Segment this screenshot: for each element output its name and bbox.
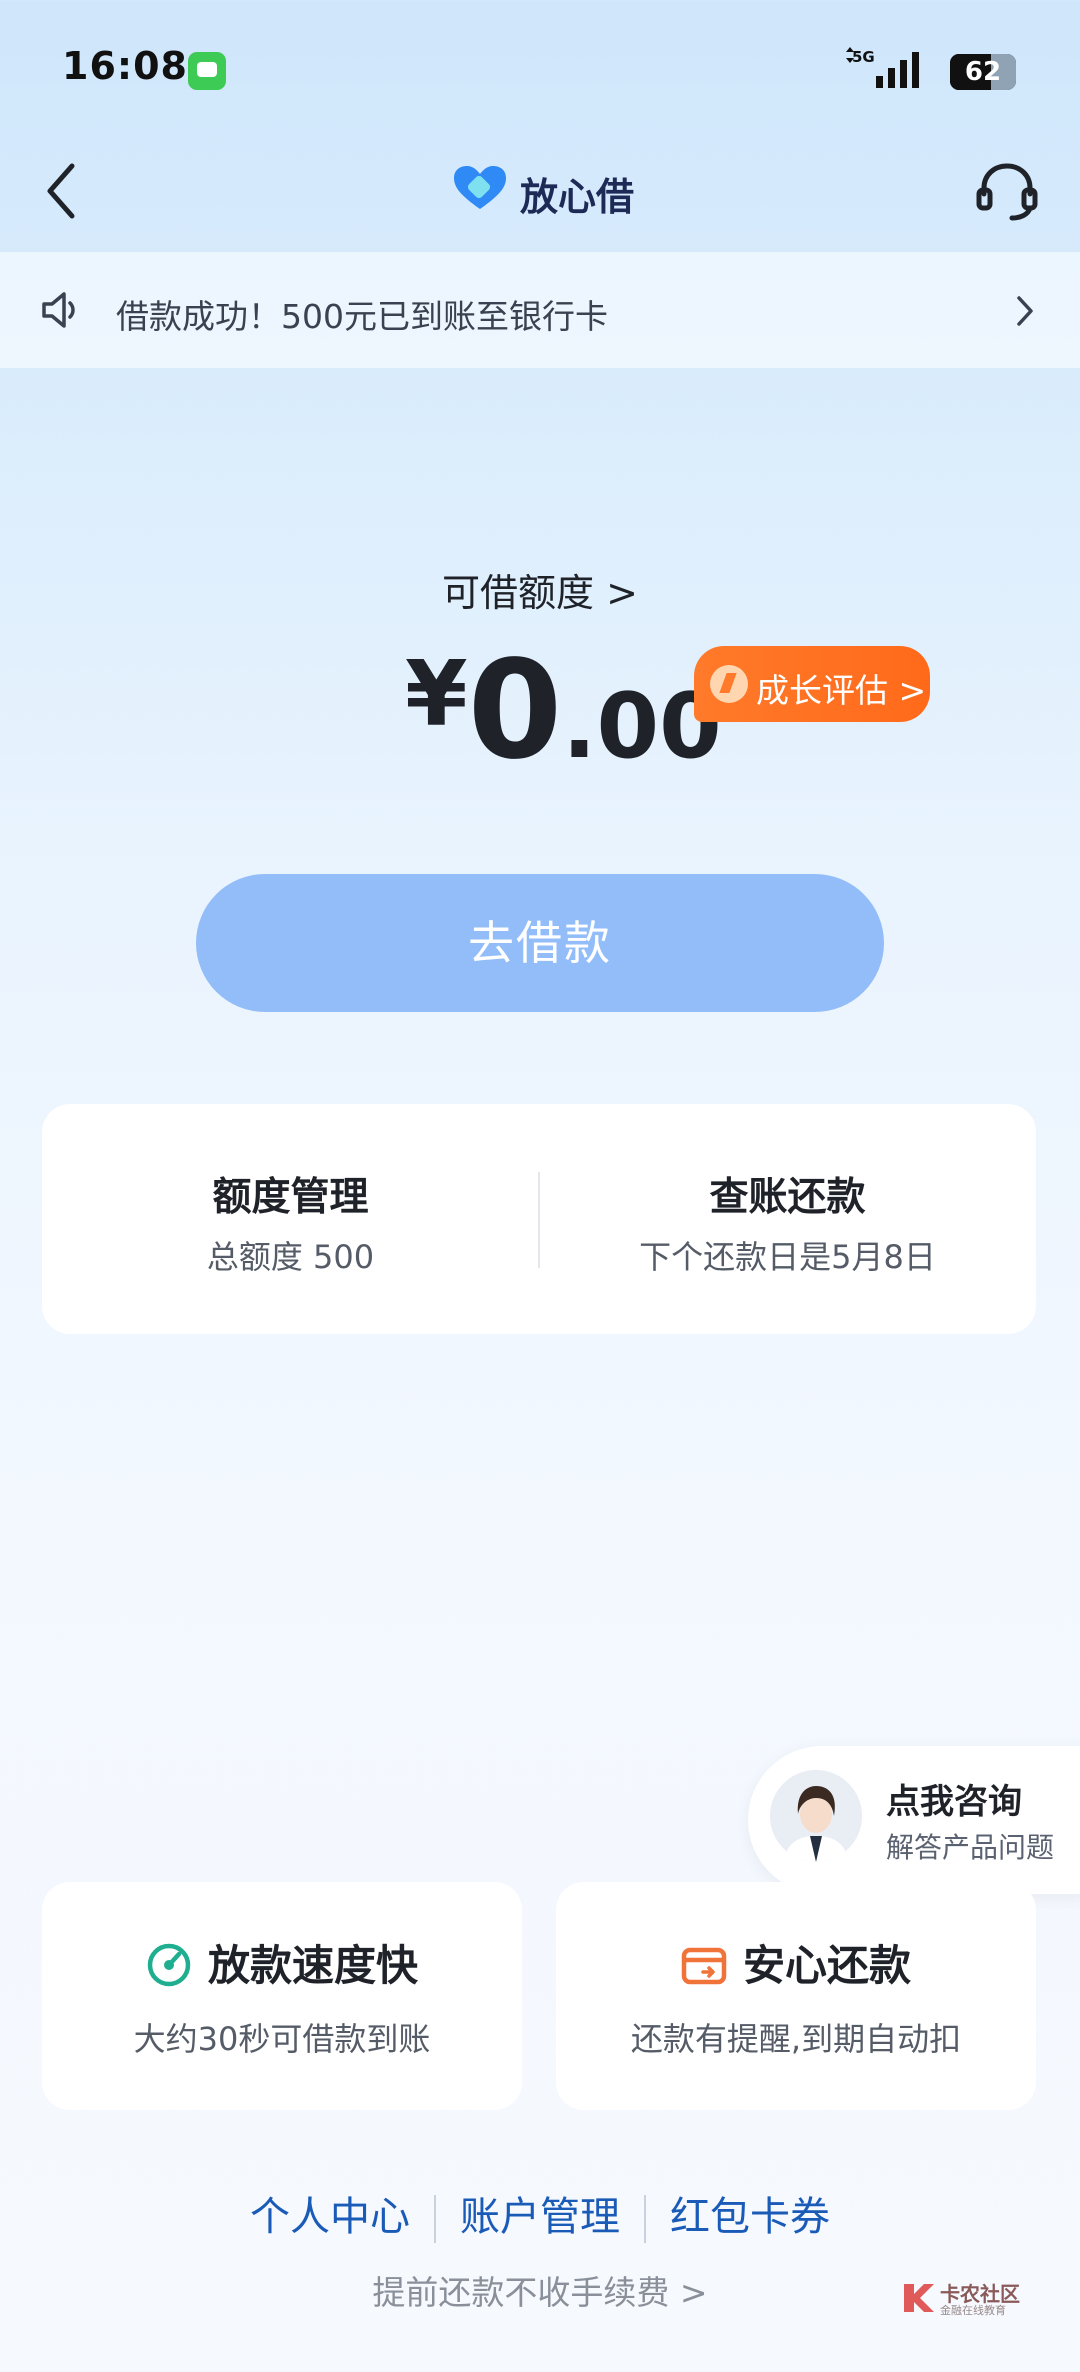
message-app-icon — [188, 52, 226, 90]
wallet-icon — [681, 1947, 727, 1984]
speaker-icon — [42, 292, 75, 328]
amount-integer: 0 — [467, 632, 563, 790]
card-divider — [538, 1172, 540, 1268]
consult-subtitle: 解答产品问题 — [886, 1831, 1055, 1864]
link-personal-center[interactable]: 个人中心 — [250, 2194, 410, 2240]
status-time: 16:08 — [62, 44, 188, 88]
battery-indicator: 62 — [950, 54, 1016, 90]
borrow-button[interactable]: 去借款 — [196, 874, 884, 1012]
network-label: 5G — [852, 48, 875, 66]
battery-level: 62 — [964, 57, 1002, 87]
chevron-right-icon[interactable] — [1014, 292, 1036, 330]
available-quota-label[interactable]: 可借额度 > — [0, 562, 1080, 617]
brand-title: 放心借 — [520, 175, 635, 219]
speed-icon — [147, 1943, 191, 1986]
link-separator — [644, 2195, 646, 2243]
bottom-links: 个人中心 账户管理 红包卡券 — [0, 2184, 1080, 2243]
link-account-management[interactable]: 账户管理 — [460, 2194, 620, 2240]
feature-title: 安心还款 — [556, 1932, 1036, 1993]
back-arrow-icon[interactable] — [40, 160, 84, 222]
quota-management-entry[interactable]: 额度管理 总额度 500 — [42, 1104, 539, 1334]
agent-avatar — [770, 1770, 862, 1862]
feature-card-fast-loan: 放款速度快 大约30秒可借款到账 — [42, 1882, 522, 2110]
quota-management-title: 额度管理 — [212, 1175, 369, 1220]
feature-subtitle: 大约30秒可借款到账 — [133, 2020, 431, 2058]
feature-subtitle: 还款有提醒,到期自动扣 — [630, 2020, 962, 2058]
growth-assessment-label: 成长评估 > — [756, 671, 927, 710]
growth-assessment-button[interactable]: 成长评估 > — [694, 646, 930, 722]
available-amount: ¥0.00 — [405, 632, 722, 790]
consult-title: 点我咨询 — [886, 1782, 1022, 1822]
feature-card-safe-repayment: 安心还款 还款有提醒,到期自动扣 — [556, 1882, 1036, 2110]
bill-repayment-entry[interactable]: 查账还款 下个还款日是5月8日 — [539, 1104, 1036, 1334]
growth-icon — [710, 665, 748, 703]
signal-icon: 5G — [846, 47, 919, 88]
currency-symbol: ¥ — [405, 642, 468, 747]
feature-title: 放款速度快 — [42, 1932, 522, 1993]
total-quota-text: 总额度 500 — [206, 1238, 375, 1276]
notice-text: 借款成功！500元已到账至银行卡 — [116, 297, 608, 336]
brand-logo-icon — [454, 166, 506, 209]
link-separator — [434, 2195, 436, 2243]
next-repayment-date: 下个还款日是5月8日 — [639, 1238, 936, 1276]
watermark-subtitle: 金融在线教育 — [940, 2304, 1006, 2317]
customer-service-icon[interactable] — [974, 158, 1040, 224]
bill-repayment-title: 查账还款 — [709, 1175, 866, 1220]
link-coupons[interactable]: 红包卡券 — [670, 2194, 830, 2240]
watermark-logo-icon — [904, 2284, 934, 2312]
